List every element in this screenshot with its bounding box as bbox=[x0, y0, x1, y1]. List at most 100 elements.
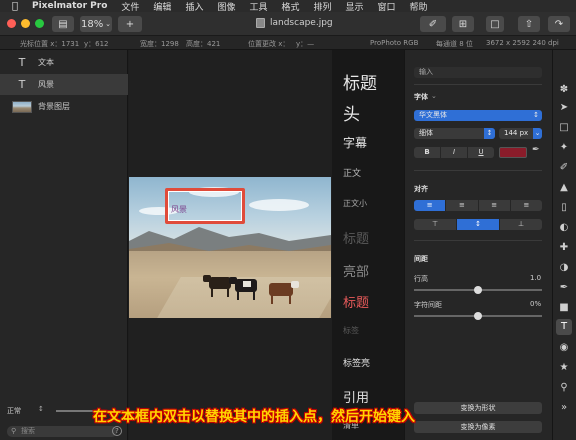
align-middle-icon[interactable]: ↕ bbox=[457, 219, 500, 230]
share-button[interactable]: ⇧ bbox=[518, 16, 540, 32]
text-frame-content[interactable]: 风景 bbox=[171, 204, 187, 215]
style-preset[interactable]: 引用 bbox=[343, 387, 369, 406]
position-change-y: y：— bbox=[296, 40, 315, 48]
layer-text[interactable]: T 文本 bbox=[0, 52, 128, 73]
style-preset[interactable]: 正文小 bbox=[343, 198, 367, 209]
style-preset[interactable]: 标题 bbox=[343, 292, 369, 311]
layers-panel: T 文本 T 风景 背景图层 bbox=[0, 50, 128, 402]
chevron-down-icon: ⌄ bbox=[533, 128, 542, 139]
align-center-icon[interactable]: ≡ bbox=[446, 200, 479, 211]
cursor-y: y：612 bbox=[84, 40, 109, 48]
style-preset[interactable]: 标签 bbox=[343, 325, 359, 336]
star-icon[interactable]: ★ bbox=[556, 360, 572, 376]
menu-window[interactable]: 窗口 bbox=[378, 0, 396, 13]
repair-icon[interactable]: ✚ bbox=[556, 240, 572, 256]
char-spacing-slider-knob[interactable] bbox=[474, 312, 482, 320]
selection-tool-icon[interactable]: □ bbox=[556, 120, 572, 136]
add-button[interactable]: + bbox=[118, 16, 142, 32]
type-tool-icon[interactable]: T bbox=[556, 319, 572, 335]
layer-background[interactable]: 背景图层 bbox=[0, 96, 128, 117]
align-left-icon[interactable]: ≡ bbox=[414, 200, 447, 211]
italic-button[interactable]: I bbox=[441, 147, 468, 158]
font-size-value: 144 px bbox=[504, 129, 529, 137]
bit-depth: 每通道 8 位 bbox=[436, 40, 473, 48]
apple-icon[interactable]:  bbox=[12, 1, 22, 12]
style-tool-button[interactable]: ✐ bbox=[420, 16, 446, 32]
style-tool-icon[interactable]: ✽ bbox=[556, 82, 572, 98]
text-input-field[interactable]: 输入 bbox=[414, 67, 542, 78]
zoom-select[interactable]: 18% ⌄ bbox=[80, 16, 112, 32]
style-preset[interactable]: 头 bbox=[343, 100, 360, 125]
align-top-icon[interactable]: ⊤ bbox=[414, 219, 457, 230]
font-family-select[interactable]: 华文黑体 ↕ bbox=[414, 110, 542, 121]
align-right-icon[interactable]: ≡ bbox=[479, 200, 511, 211]
vertical-alignment: ⊤ ↕ ⊥ bbox=[414, 219, 542, 230]
style-preset[interactable]: 标签亮 bbox=[343, 356, 370, 369]
more-tools-icon[interactable]: » bbox=[556, 400, 572, 416]
zoom-value: 18% bbox=[80, 18, 104, 30]
chevron-updown-icon: ↕ bbox=[484, 128, 495, 139]
eyedropper-icon[interactable]: ✒ bbox=[532, 145, 540, 155]
new-document-button[interactable]: □ bbox=[486, 16, 504, 32]
menu-format[interactable]: 格式 bbox=[281, 0, 299, 13]
line-height-value[interactable]: 1.0 bbox=[530, 274, 541, 282]
layers-search-input[interactable]: ⚲ 搜索 bbox=[7, 426, 117, 437]
menu-app-name[interactable]: Pixelmator Pro bbox=[32, 1, 107, 11]
minimize-window-button[interactable] bbox=[21, 19, 30, 28]
effects-icon[interactable]: ◉ bbox=[556, 340, 572, 356]
font-section-title[interactable]: 字体 bbox=[414, 92, 428, 102]
blend-mode-select[interactable]: 正常 bbox=[7, 406, 21, 416]
font-size-field[interactable]: 144 px ⌄ bbox=[499, 128, 542, 139]
zoom-tool-icon[interactable]: ⚲ bbox=[556, 380, 572, 396]
zoom-window-button[interactable] bbox=[35, 19, 44, 28]
menu-arrange[interactable]: 排列 bbox=[314, 0, 332, 13]
fill-bucket-icon[interactable]: ▲ bbox=[556, 180, 572, 196]
style-preset[interactable]: 标题 bbox=[343, 228, 369, 247]
eraser-icon[interactable]: ▯ bbox=[556, 200, 572, 216]
text-layer-icon: T bbox=[18, 56, 26, 69]
menu-tools[interactable]: 工具 bbox=[249, 0, 267, 13]
menu-insert[interactable]: 插入 bbox=[185, 0, 203, 13]
magic-wand-icon[interactable]: ✦ bbox=[556, 140, 572, 156]
shape-tool-icon[interactable]: ■ bbox=[556, 300, 572, 316]
menu-edit[interactable]: 编辑 bbox=[153, 0, 171, 13]
text-color-swatch[interactable] bbox=[499, 147, 527, 158]
menu-file[interactable]: 文件 bbox=[121, 0, 139, 13]
selection-height: 高度：421 bbox=[186, 40, 221, 48]
layer-landscape[interactable]: T 风景 bbox=[0, 74, 128, 95]
retouch-icon[interactable]: ◐ bbox=[556, 220, 572, 236]
convert-to-shape-button[interactable]: 变换为形状 bbox=[414, 402, 542, 414]
sidebar-toggle-button[interactable]: ▤ bbox=[52, 16, 74, 32]
style-preset[interactable]: 字幕 bbox=[343, 134, 367, 151]
char-spacing-value[interactable]: 0% bbox=[530, 300, 541, 308]
style-preset[interactable]: 亮部 bbox=[343, 261, 369, 280]
paint-brush-icon[interactable]: ✐ bbox=[556, 160, 572, 176]
menu-image[interactable]: 图像 bbox=[217, 0, 235, 13]
font-weight-select[interactable]: 细体 ↕ bbox=[414, 128, 495, 139]
underline-button[interactable]: U bbox=[468, 147, 494, 158]
help-icon[interactable]: ? bbox=[112, 426, 122, 436]
crop-button[interactable]: ⊞ bbox=[452, 16, 474, 32]
cloud bbox=[249, 199, 309, 211]
pen-tool-icon[interactable]: ✒ bbox=[556, 280, 572, 296]
color-adjust-icon[interactable]: ◑ bbox=[556, 260, 572, 276]
document-name: landscape.jpg bbox=[270, 18, 333, 28]
style-preset[interactable]: 标题 bbox=[343, 69, 377, 94]
menu-view[interactable]: 显示 bbox=[346, 0, 364, 13]
layer-label: 风景 bbox=[38, 80, 54, 89]
line-height-slider-knob[interactable] bbox=[474, 286, 482, 294]
chevron-updown-icon: ↕ bbox=[533, 111, 539, 119]
export-button[interactable]: ↷ bbox=[548, 16, 570, 32]
convert-to-pixels-button[interactable]: 变换为像素 bbox=[414, 421, 542, 433]
align-bottom-icon[interactable]: ⊥ bbox=[500, 219, 542, 230]
align-justify-icon[interactable]: ≡ bbox=[511, 200, 542, 211]
bold-button[interactable]: B bbox=[414, 147, 441, 158]
sidebar-icon: ▤ bbox=[58, 18, 68, 30]
arrange-tool-icon[interactable]: ➤ bbox=[556, 100, 572, 116]
close-window-button[interactable] bbox=[7, 19, 16, 28]
style-preset[interactable]: 正文 bbox=[343, 166, 361, 179]
menu-help[interactable]: 帮助 bbox=[410, 0, 428, 13]
document-icon: □ bbox=[490, 18, 500, 30]
color-profile: ProPhoto RGB bbox=[370, 39, 419, 47]
crop-icon: ⊞ bbox=[458, 18, 468, 30]
